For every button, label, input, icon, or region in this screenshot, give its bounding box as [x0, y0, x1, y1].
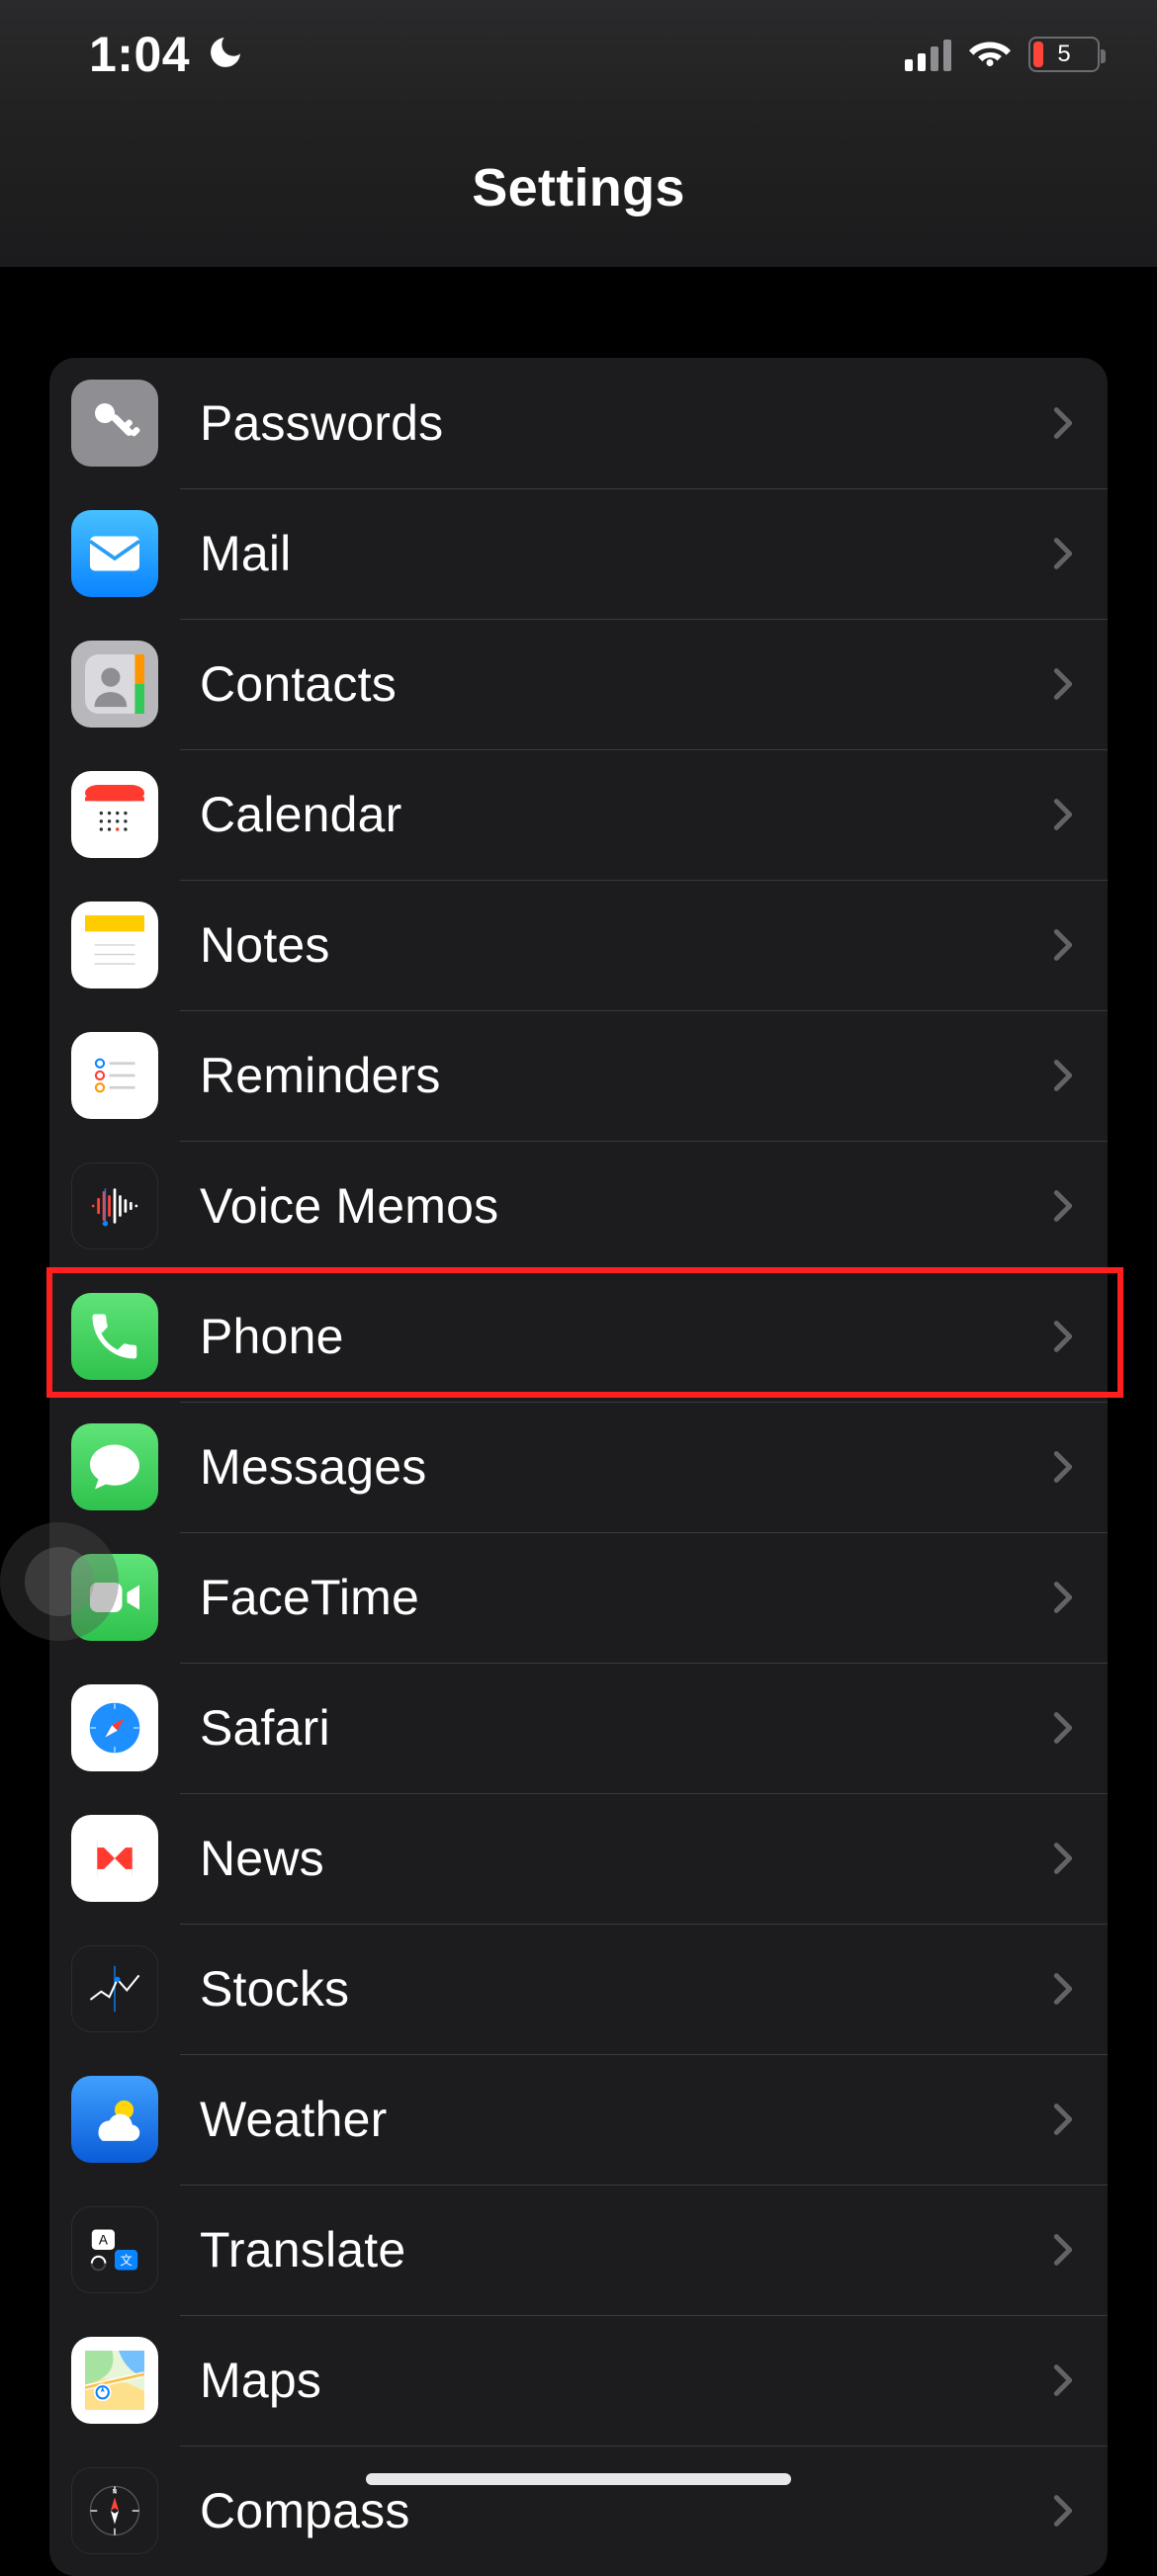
chevron-right-icon — [1048, 2494, 1078, 2528]
settings-scroll[interactable]: Passwords Mail Contacts Calendar Notes Remind… — [0, 267, 1157, 2503]
settings-row-stocks[interactable]: Stocks — [49, 1924, 1108, 2054]
voicememos-icon — [71, 1162, 158, 1249]
settings-row-messages[interactable]: Messages — [49, 1402, 1108, 1532]
messages-icon — [71, 1423, 158, 1510]
settings-row-safari[interactable]: Safari — [49, 1663, 1108, 1793]
settings-row-passwords[interactable]: Passwords — [49, 358, 1108, 488]
phone-icon — [71, 1293, 158, 1380]
chevron-right-icon — [1048, 406, 1078, 440]
chevron-right-icon — [1048, 1581, 1078, 1614]
battery-icon: 5 — [1028, 37, 1100, 72]
weather-icon — [71, 2076, 158, 2163]
key-icon — [71, 380, 158, 467]
chevron-right-icon — [1048, 798, 1078, 831]
settings-row-label: Voice Memos — [200, 1177, 1048, 1235]
settings-row-label: Notes — [200, 916, 1048, 974]
contacts-icon — [71, 641, 158, 728]
settings-row-mail[interactable]: Mail — [49, 488, 1108, 619]
settings-row-label: Stocks — [200, 1960, 1048, 2018]
svg-text:文: 文 — [120, 2253, 132, 2268]
status-right: 5 — [905, 32, 1100, 78]
settings-row-reminders[interactable]: Reminders — [49, 1010, 1108, 1141]
svg-text:A: A — [99, 2233, 109, 2248]
settings-row-label: Weather — [200, 2091, 1048, 2148]
chevron-right-icon — [1048, 1711, 1078, 1745]
wifi-icon — [969, 32, 1011, 78]
chevron-right-icon — [1048, 2233, 1078, 2267]
chevron-right-icon — [1048, 1450, 1078, 1484]
status-bar: 1:04 5 — [0, 0, 1157, 109]
settings-row-label: Messages — [200, 1438, 1048, 1496]
settings-row-label: Compass — [200, 2482, 1048, 2539]
chevron-right-icon — [1048, 537, 1078, 570]
maps-icon — [71, 2337, 158, 2424]
settings-row-label: Translate — [200, 2221, 1048, 2278]
notes-icon — [71, 902, 158, 988]
settings-row-compass[interactable]: N Compass — [49, 2446, 1108, 2576]
settings-row-news[interactable]: News — [49, 1793, 1108, 1924]
settings-row-label: Mail — [200, 525, 1048, 582]
dnd-moon-icon — [206, 33, 245, 77]
settings-row-label: Phone — [200, 1308, 1048, 1365]
nav-bar: Settings — [0, 109, 1157, 267]
chevron-right-icon — [1048, 1842, 1078, 1875]
calendar-icon — [71, 771, 158, 858]
chevron-right-icon — [1048, 667, 1078, 701]
chevron-right-icon — [1048, 1320, 1078, 1353]
settings-group: Passwords Mail Contacts Calendar Notes Remind… — [49, 358, 1108, 2576]
home-indicator[interactable] — [366, 2473, 791, 2485]
settings-row-translate[interactable]: A文 Translate — [49, 2185, 1108, 2315]
chevron-right-icon — [1048, 1972, 1078, 2006]
news-icon — [71, 1815, 158, 1902]
settings-row-contacts[interactable]: Contacts — [49, 619, 1108, 749]
settings-row-calendar[interactable]: Calendar — [49, 749, 1108, 880]
settings-row-maps[interactable]: Maps — [49, 2315, 1108, 2446]
assistive-touch[interactable] — [0, 1522, 119, 1641]
settings-row-label: Safari — [200, 1699, 1048, 1757]
status-clock: 1:04 — [89, 26, 190, 83]
chevron-right-icon — [1048, 1189, 1078, 1223]
stocks-icon — [71, 1945, 158, 2032]
settings-row-voicememos[interactable]: Voice Memos — [49, 1141, 1108, 1271]
page-title: Settings — [472, 157, 684, 218]
settings-row-weather[interactable]: Weather — [49, 2054, 1108, 2185]
settings-row-label: Maps — [200, 2352, 1048, 2409]
mail-icon — [71, 510, 158, 597]
settings-row-label: Reminders — [200, 1047, 1048, 1104]
settings-row-label: News — [200, 1830, 1048, 1887]
translate-icon: A文 — [71, 2206, 158, 2293]
chevron-right-icon — [1048, 2363, 1078, 2397]
chevron-right-icon — [1048, 928, 1078, 962]
settings-row-notes[interactable]: Notes — [49, 880, 1108, 1010]
settings-row-label: Calendar — [200, 786, 1048, 843]
compass-icon: N — [71, 2467, 158, 2554]
settings-row-label: Contacts — [200, 655, 1048, 713]
battery-level: 5 — [1057, 41, 1070, 68]
cellular-signal-icon — [905, 38, 951, 71]
settings-row-label: Passwords — [200, 394, 1048, 452]
chevron-right-icon — [1048, 2103, 1078, 2136]
status-left: 1:04 — [89, 26, 245, 83]
settings-row-facetime[interactable]: FaceTime — [49, 1532, 1108, 1663]
reminders-icon — [71, 1032, 158, 1119]
chevron-right-icon — [1048, 1059, 1078, 1092]
settings-row-phone[interactable]: Phone — [49, 1271, 1108, 1402]
svg-text:N: N — [113, 2488, 118, 2495]
safari-icon — [71, 1684, 158, 1771]
settings-row-label: FaceTime — [200, 1569, 1048, 1626]
